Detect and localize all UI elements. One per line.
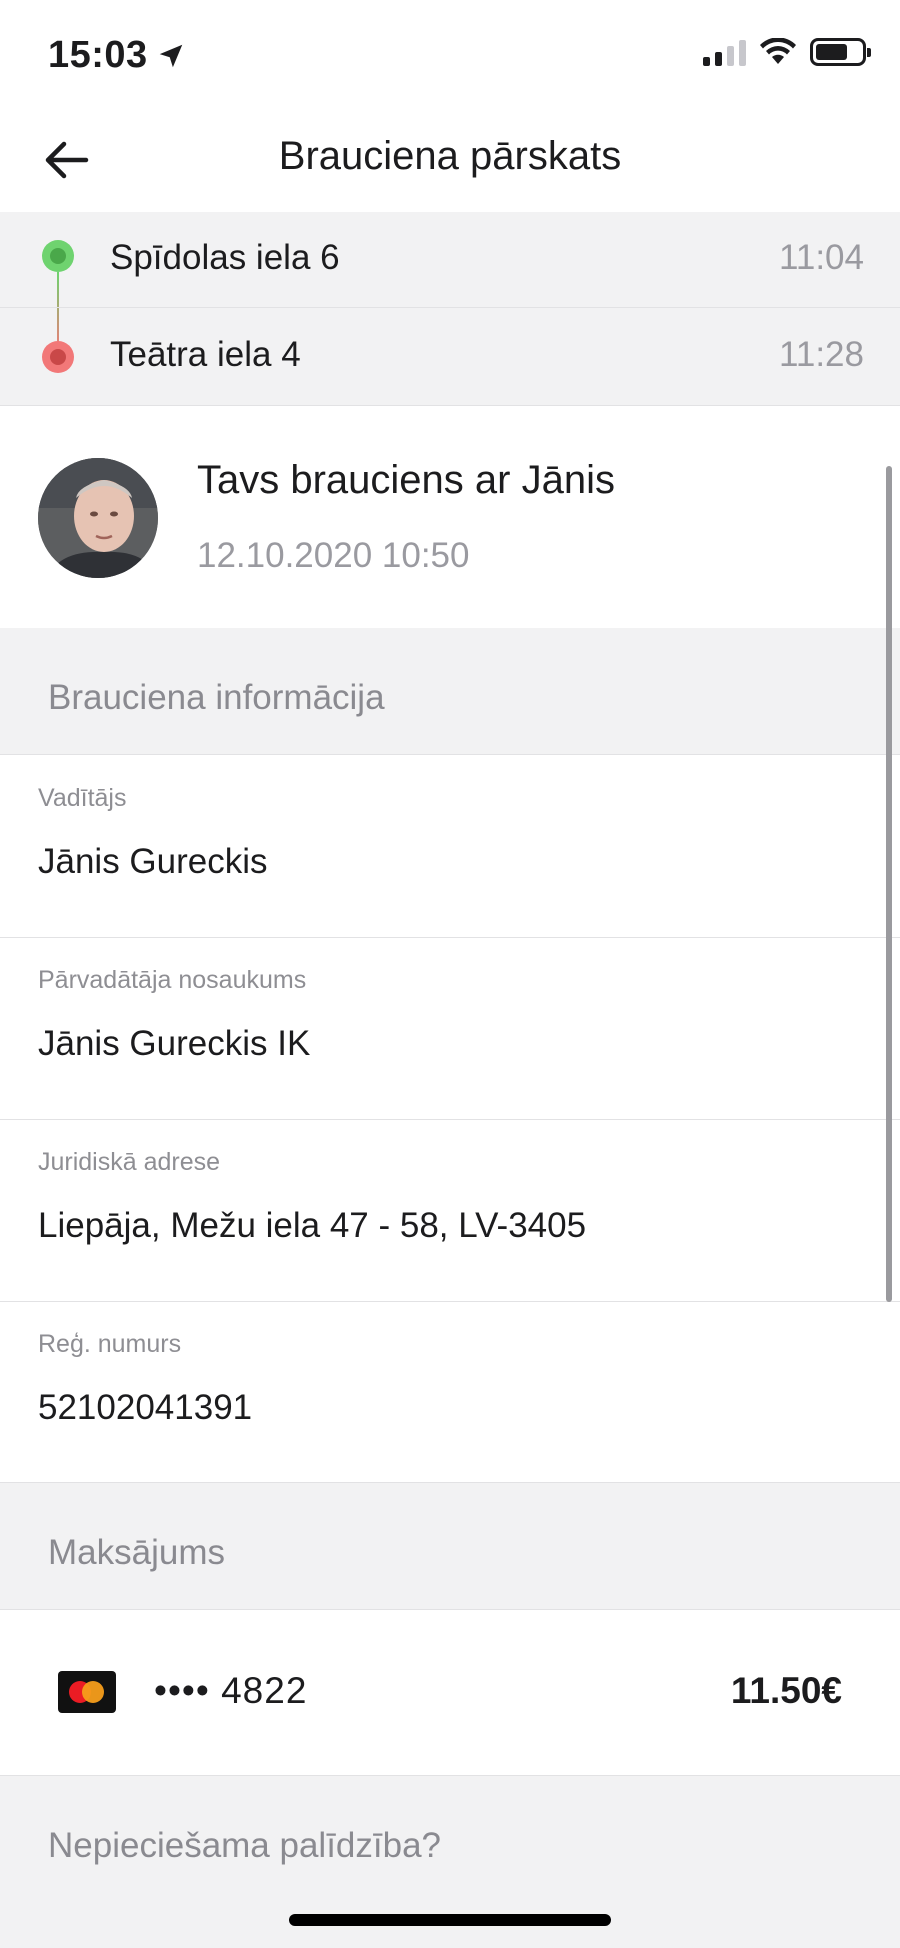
info-row-reg-number: Reģ. numurs 52102041391 xyxy=(0,1302,900,1484)
status-bar: 15:03 xyxy=(0,0,900,108)
pickup-time: 11:04 xyxy=(779,238,864,277)
wifi-icon xyxy=(760,38,796,64)
dropoff-address: Teātra iela 4 xyxy=(110,335,301,374)
status-time: 15:03 xyxy=(48,34,186,77)
payment-row: •••• 4822 11.50€ xyxy=(0,1610,900,1776)
info-row-legal-address: Juridiskā adrese Liepāja, Mežu iela 47 -… xyxy=(0,1120,900,1302)
mastercard-icon xyxy=(58,1671,116,1713)
section-header-trip-info: Brauciena informācija xyxy=(0,628,900,755)
signal-icon xyxy=(703,38,746,66)
battery-icon xyxy=(810,38,871,66)
info-row-carrier: Pārvadātāja nosaukums Jānis Gureckis IK xyxy=(0,938,900,1120)
nav-bar: Brauciena pārskats xyxy=(0,108,900,212)
route-dropoff: Teātra iela 4 11:28 xyxy=(0,309,900,405)
info-value: Liepāja, Mežu iela 47 - 58, LV-3405 xyxy=(38,1206,587,1245)
info-value: Jānis Gureckis xyxy=(38,842,268,881)
trip-title: Tavs brauciens ar Jānis xyxy=(197,458,615,502)
info-label: Pārvadātāja nosaukums xyxy=(38,966,307,994)
location-arrow-icon xyxy=(159,44,182,67)
pickup-dot-icon xyxy=(42,240,74,272)
route-pickup: Spīdolas iela 6 11:04 xyxy=(0,212,900,308)
dropoff-dot-icon xyxy=(42,341,74,373)
trip-header: Tavs brauciens ar Jānis 12.10.2020 10:50 xyxy=(0,406,900,628)
payment-amount: 11.50€ xyxy=(730,1670,842,1711)
page-title: Brauciena pārskats xyxy=(278,134,622,178)
status-icons xyxy=(703,38,871,66)
info-label: Reģ. numurs xyxy=(38,1330,182,1358)
info-row-driver: Vadītājs Jānis Gureckis xyxy=(0,756,900,938)
trip-datetime: 12.10.2020 10:50 xyxy=(197,536,470,575)
home-indicator[interactable] xyxy=(289,1914,611,1926)
scrollbar[interactable] xyxy=(886,466,892,1302)
info-label: Vadītājs xyxy=(38,784,127,812)
section-title: Brauciena informācija xyxy=(48,678,385,717)
section-header-payment: Maksājums xyxy=(0,1482,900,1610)
clock-text: 15:03 xyxy=(48,34,148,76)
section-title: Maksājums xyxy=(48,1533,225,1572)
dropoff-time: 11:28 xyxy=(779,335,864,374)
card-number: •••• 4822 xyxy=(154,1670,308,1711)
info-label: Juridiskā adrese xyxy=(38,1148,221,1176)
info-value: Jānis Gureckis IK xyxy=(38,1024,311,1063)
route-summary: Spīdolas iela 6 11:04 Teātra iela 4 11:2… xyxy=(0,212,900,406)
section-title: Nepieciešama palīdzība? xyxy=(48,1826,442,1865)
driver-avatar xyxy=(38,458,158,578)
info-value: 52102041391 xyxy=(38,1388,253,1427)
pickup-address: Spīdolas iela 6 xyxy=(110,238,340,277)
